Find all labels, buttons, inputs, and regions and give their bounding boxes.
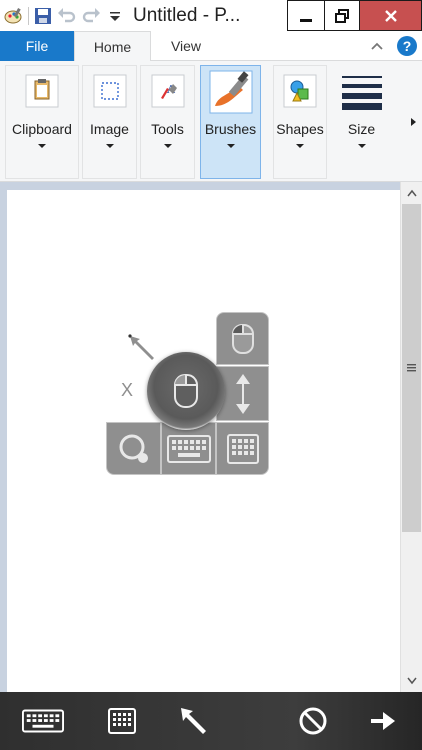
- dropdown-arrow-icon: [296, 144, 304, 148]
- size-icon: [340, 72, 384, 110]
- left-click-button[interactable]: [216, 312, 269, 365]
- ribbon-group-label: Size: [347, 121, 376, 137]
- tools-icon: A: [149, 72, 187, 110]
- ribbon-group-clipboard[interactable]: Clipboard: [5, 65, 79, 179]
- ribbon: Clipboard Image A Tools: [0, 61, 422, 182]
- close-button[interactable]: [359, 0, 422, 31]
- title-bar: Untitled - P...: [0, 0, 422, 31]
- ribbon-tabs: File Home View ?: [0, 31, 422, 62]
- mouse-icon: [174, 374, 198, 408]
- dropdown-arrow-icon: [357, 144, 366, 148]
- ribbon-scroll-right-icon[interactable]: [404, 65, 422, 179]
- ribbon-group-image[interactable]: Image: [82, 65, 137, 179]
- tab-view[interactable]: View: [151, 31, 221, 61]
- dropdown-arrow-icon: [163, 144, 172, 148]
- minimize-ribbon-icon[interactable]: [368, 37, 386, 55]
- select-icon: [91, 72, 129, 110]
- ribbon-group-label: Clipboard: [12, 121, 72, 137]
- tab-home[interactable]: Home: [74, 31, 151, 62]
- scrollbar-thumb[interactable]: [402, 204, 421, 532]
- touch-mouse-center-button[interactable]: [147, 352, 225, 430]
- dropdown-arrow-icon: [105, 144, 114, 148]
- ribbon-group-shapes[interactable]: Shapes: [273, 65, 327, 179]
- touch-toolbar: [0, 692, 422, 750]
- minimize-button[interactable]: [287, 0, 325, 31]
- pointer-arrow-icon[interactable]: [173, 700, 215, 742]
- pointer-direction-icon[interactable]: [126, 332, 158, 364]
- workspace: X: [0, 182, 422, 692]
- ribbon-group-brushes[interactable]: Brushes: [200, 65, 261, 179]
- ribbon-group-label: Brushes: [204, 121, 257, 137]
- undo-icon[interactable]: [55, 4, 79, 28]
- keyboard-icon[interactable]: [22, 700, 64, 742]
- magnifier-button[interactable]: [106, 422, 161, 475]
- keypad-icon[interactable]: [101, 700, 143, 742]
- keyboard-button[interactable]: [161, 422, 216, 475]
- ribbon-group-label: Tools: [151, 121, 184, 137]
- vertical-scrollbar[interactable]: [400, 182, 422, 692]
- no-entry-icon[interactable]: [292, 700, 334, 742]
- window-title: Untitled - P...: [133, 4, 241, 26]
- tab-file[interactable]: File: [0, 31, 74, 61]
- customize-quick-access-icon[interactable]: [103, 4, 127, 28]
- save-icon[interactable]: [31, 4, 55, 28]
- dropdown-arrow-icon: [226, 144, 235, 148]
- ribbon-group-tools[interactable]: A Tools: [140, 65, 195, 179]
- ribbon-group-size[interactable]: Size: [331, 65, 392, 179]
- brush-icon: [209, 70, 253, 114]
- clipboard-icon: [23, 72, 61, 110]
- right-arrow-icon[interactable]: [362, 700, 404, 742]
- separator: [28, 6, 29, 25]
- restore-button[interactable]: [324, 0, 360, 31]
- ribbon-group-label: Shapes: [276, 121, 324, 137]
- dropdown-arrow-icon: [38, 144, 46, 148]
- scroll-up-icon[interactable]: [401, 182, 422, 204]
- close-widget-icon[interactable]: X: [121, 380, 133, 401]
- keypad-button[interactable]: [216, 422, 269, 475]
- shapes-icon: [281, 72, 319, 110]
- ribbon-group-label: Image: [90, 121, 129, 137]
- redo-icon[interactable]: [79, 4, 103, 28]
- scroll-down-icon[interactable]: [401, 670, 422, 692]
- help-icon[interactable]: ?: [397, 36, 417, 56]
- paint-app-icon[interactable]: [2, 4, 26, 28]
